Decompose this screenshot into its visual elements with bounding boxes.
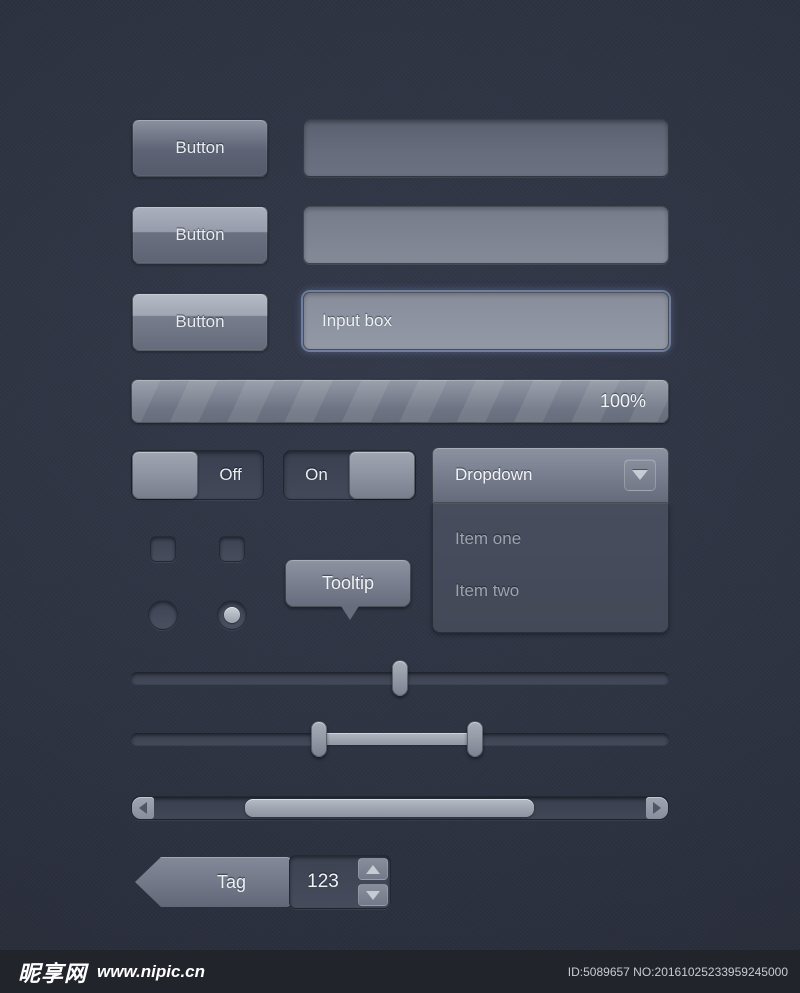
input-field-focused-value: Input box [322,311,392,330]
toggle-on[interactable]: On [283,450,416,500]
slider-range-fill [319,733,476,745]
slider-single-handle[interactable] [392,660,408,696]
chevron-down-icon[interactable] [624,459,656,491]
tooltip-label: Tooltip [321,572,375,593]
button-normal-label: Button [175,138,225,157]
dropdown-item-two[interactable]: Item two [433,565,668,617]
slider-range-handle-high[interactable] [467,721,484,757]
scrollbar-thumb[interactable] [244,799,534,817]
arrow-up-icon[interactable] [358,858,388,880]
checkbox-unchecked-2[interactable] [219,536,245,562]
tooltip-pointer [341,606,359,620]
ui-kit-canvas: Button Button Button Input box 100% Off … [0,0,800,993]
dropdown-item-one-label: Item one [455,529,522,548]
button-hover-label: Button [175,225,225,244]
radio-selected[interactable] [217,600,247,630]
dropdown-header[interactable]: Dropdown [432,447,669,503]
dropdown-list: Item one Item two [432,503,669,633]
arrow-right-glyph [653,802,661,814]
input-field-hover[interactable] [303,206,669,264]
arrow-left-icon[interactable] [132,797,154,819]
button-active-label: Button [175,312,225,331]
input-field-focused[interactable]: Input box [303,292,669,350]
arrow-down-icon[interactable] [358,884,388,906]
toggle-off[interactable]: Off [131,450,264,500]
radio-unselected[interactable] [148,600,178,630]
tag-chip[interactable]: Tag [135,857,294,907]
tooltip-bubble: Tooltip [285,559,411,607]
radio-selected-dot [224,607,240,623]
toggle-on-label: On [305,465,328,484]
progress-bar-percent: 100% [599,390,646,411]
toggle-off-label: Off [219,465,242,484]
horizontal-scrollbar[interactable] [131,796,669,820]
footer-watermark-bar: 昵享网 www.nipic.cn ID:5089657 NO:201610252… [0,950,800,993]
tag-chip-label: Tag [216,871,247,892]
dropdown-item-one[interactable]: Item one [433,513,668,565]
number-spinner-stepper [356,856,390,908]
checkbox-unchecked-1[interactable] [150,536,176,562]
arrow-up-glyph [366,864,380,874]
watermark-logo: 昵享网 [18,961,88,987]
slider-range-handle-low[interactable] [311,721,328,757]
number-spinner[interactable]: 123 [289,855,391,909]
input-field-default[interactable] [303,119,669,177]
dropdown-selected-label: Dropdown [455,465,533,484]
button-normal[interactable]: Button [132,119,268,177]
number-spinner-value[interactable]: 123 [290,856,356,908]
watermark-id-text: ID:5089657 NO:20161025233959245000 [567,964,788,979]
toggle-on-knob[interactable] [349,451,415,499]
slider-single[interactable] [131,658,669,698]
button-hover[interactable]: Button [132,206,268,264]
tooltip: Tooltip [285,559,411,620]
slider-range[interactable] [131,719,669,759]
chevron-down-glyph [632,470,648,480]
toggle-off-knob[interactable] [132,451,198,499]
dropdown[interactable]: Dropdown Item one Item two [432,447,669,633]
watermark-url: www.nipic.cn [97,961,206,981]
arrow-down-glyph [366,890,380,900]
button-active[interactable]: Button [132,293,268,351]
arrow-right-icon[interactable] [646,797,668,819]
arrow-left-glyph [139,802,147,814]
progress-bar: 100% [131,379,669,423]
dropdown-item-two-label: Item two [455,581,520,600]
